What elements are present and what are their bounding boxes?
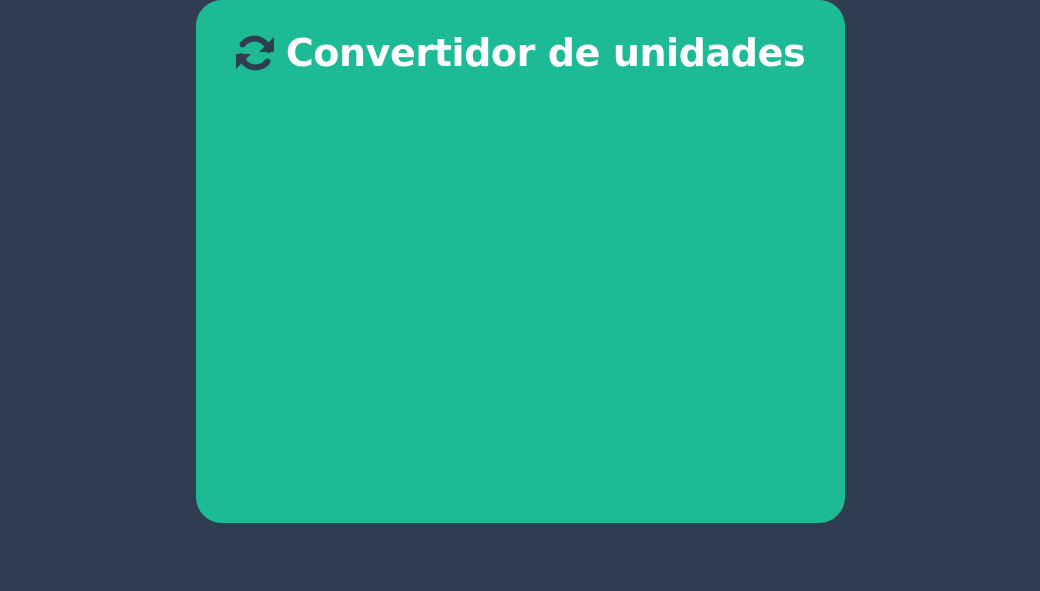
- header: Convertidor de unidades: [196, 26, 845, 80]
- converter-card: Convertidor de unidades: [196, 0, 845, 523]
- refresh-icon: [232, 30, 278, 76]
- page-title: Convertidor de unidades: [285, 31, 806, 75]
